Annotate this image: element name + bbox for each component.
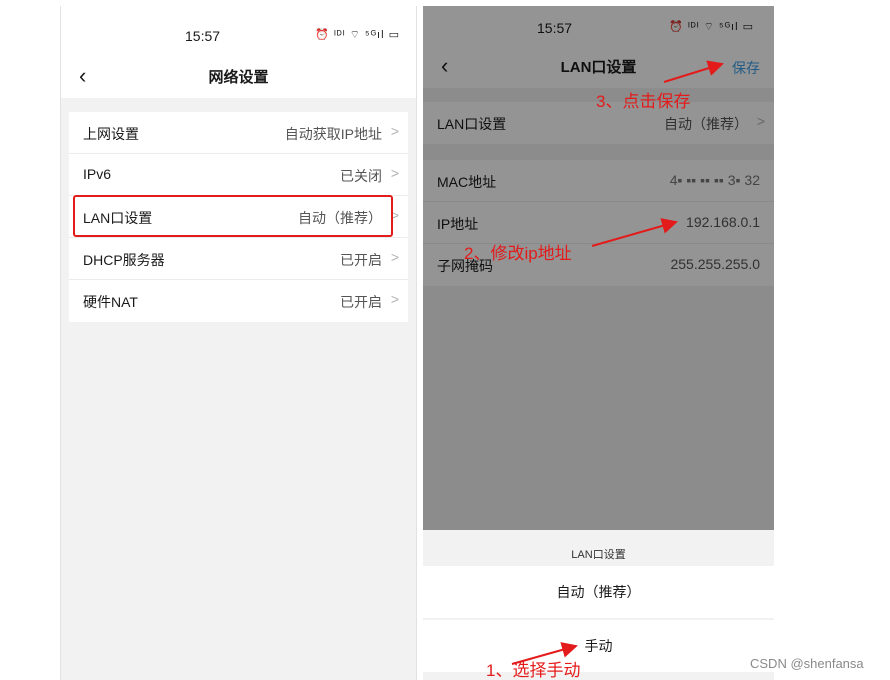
row-label: 硬件NAT xyxy=(83,294,138,310)
row-label: IPv6 xyxy=(83,166,112,182)
row-value: 自动（推荐） xyxy=(664,116,748,132)
row-hardware-nat[interactable]: 硬件NAT 已开启 > xyxy=(69,280,408,322)
status-icons: ⏰ ᴵᴰᴵ ⌔ ⁵ᴳıl ▭ xyxy=(315,29,400,41)
status-time: 15:57 xyxy=(185,28,221,44)
nav-bar: ‹ 网络设置 xyxy=(61,60,416,98)
chevron-right-icon: > xyxy=(390,165,399,181)
row-label: IP地址 xyxy=(437,216,479,232)
mac-value: 4▪ ▪▪ ▪▪ ▪▪ 3▪ 32 xyxy=(669,172,760,188)
row-label: MAC地址 xyxy=(437,174,497,190)
step3-annotation: 3、点击保存 xyxy=(596,92,691,111)
row-value: 已关闭 xyxy=(340,168,382,184)
lan-mode-sheet: LAN口设置 自动（推荐） 手动 xyxy=(423,532,774,680)
row-dhcp-server[interactable]: DHCP服务器 已开启 > xyxy=(69,238,408,280)
chevron-right-icon: > xyxy=(390,249,399,265)
option-manual[interactable]: 手动 xyxy=(423,620,774,672)
save-button[interactable]: 保存 xyxy=(732,58,760,78)
row-ipv6[interactable]: IPv6 已关闭 > xyxy=(69,154,408,196)
sheet-title: LAN口设置 xyxy=(571,549,626,561)
lan-info-card: MAC地址 4▪ ▪▪ ▪▪ ▪▪ 3▪ 32 IP地址 192.168.0.1… xyxy=(423,160,774,286)
row-label: 上网设置 xyxy=(83,126,139,142)
row-ip-address[interactable]: IP地址 192.168.0.1 xyxy=(423,202,774,244)
subnet-mask-value[interactable]: 255.255.255.0 xyxy=(670,256,760,272)
ip-address-value[interactable]: 192.168.0.1 xyxy=(686,214,760,230)
screenshot-canvas: 15:57 ⏰ ᴵᴰᴵ ⌔ ⁵ᴳıl ▭ ‹ 网络设置 上网设置 自动获取IP地… xyxy=(0,0,890,680)
nav-bar: ‹ LAN口设置 保存 xyxy=(423,50,774,88)
row-value: 已开启 xyxy=(340,252,382,268)
status-time: 15:57 xyxy=(537,20,573,36)
row-value: 已开启 xyxy=(340,294,382,310)
row-internet-settings[interactable]: 上网设置 自动获取IP地址 > xyxy=(69,112,408,154)
status-icons: ⏰ ᴵᴰᴵ ⌔ ⁵ᴳıl ▭ xyxy=(669,21,754,33)
chevron-right-icon: > xyxy=(756,113,765,129)
page-title: 网络设置 xyxy=(208,69,269,86)
status-bar: 15:57 ⏰ ᴵᴰᴵ ⌔ ⁵ᴳıl ▭ xyxy=(61,6,416,60)
row-label: LAN口设置 xyxy=(437,116,507,132)
row-value: 自动获取IP地址 xyxy=(284,126,382,142)
watermark: CSDN @shenfansa xyxy=(750,656,864,671)
step2-annotation: 2、修改ip地址 xyxy=(464,244,572,263)
page-title: LAN口设置 xyxy=(560,59,637,76)
option-auto[interactable]: 自动（推荐） xyxy=(423,566,774,618)
chevron-right-icon: > xyxy=(390,291,399,307)
row-label: DHCP服务器 xyxy=(83,252,165,268)
chevron-right-icon: > xyxy=(390,123,399,139)
row-mac-address: MAC地址 4▪ ▪▪ ▪▪ ▪▪ 3▪ 32 xyxy=(423,160,774,202)
step1-annotation: 1、选择手动 xyxy=(486,661,581,680)
lan-row-highlight-box xyxy=(73,195,393,237)
network-settings-screen: 15:57 ⏰ ᴵᴰᴵ ⌔ ⁵ᴳıl ▭ ‹ 网络设置 上网设置 自动获取IP地… xyxy=(60,6,417,680)
